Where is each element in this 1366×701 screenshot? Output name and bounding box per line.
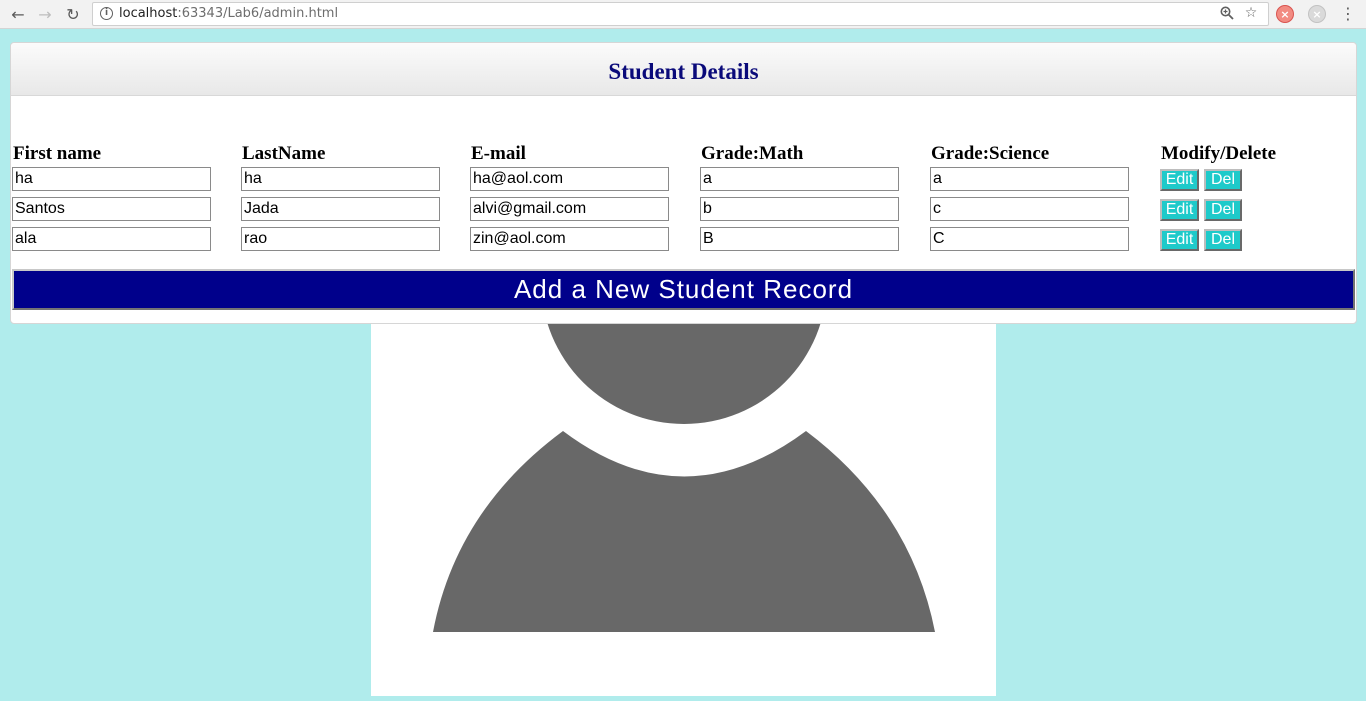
user-silhouette-icon [433, 138, 935, 632]
star-icon[interactable]: ☆ [1243, 5, 1259, 21]
avatar-image [371, 138, 996, 696]
email-field[interactable]: ha@aol.com [470, 167, 669, 191]
grade-science-field[interactable]: C [930, 227, 1129, 251]
edit-button[interactable]: Edit [1160, 199, 1199, 221]
email-field[interactable]: zin@aol.com [470, 227, 669, 251]
add-student-button[interactable]: Add a New Student Record [12, 269, 1355, 310]
menu-icon[interactable]: ⋮ [1340, 4, 1356, 24]
header-grade-math: Grade:Math [701, 143, 804, 164]
first-name-field[interactable]: ala [12, 227, 211, 251]
url-path: :63343/Lab6/admin.html [177, 6, 339, 21]
extension-blocked-icon[interactable]: × [1276, 5, 1294, 23]
student-details-panel: Student Details First name LastName E-ma… [10, 42, 1357, 324]
first-name-field[interactable]: Santos [12, 197, 211, 221]
info-icon[interactable]: i [100, 7, 113, 20]
address-bar[interactable]: i localhost:63343/Lab6/admin.html ☆ [92, 2, 1269, 26]
grade-math-field[interactable]: b [700, 197, 899, 221]
page-title: Student Details [608, 59, 759, 84]
edit-button[interactable]: Edit [1160, 229, 1199, 251]
last-name-field[interactable]: ha [241, 167, 440, 191]
reload-icon[interactable]: ↻ [63, 4, 83, 24]
url-host: localhost [119, 6, 178, 21]
first-name-field[interactable]: ha [12, 167, 211, 191]
browser-toolbar: ← → ↻ i localhost:63343/Lab6/admin.html … [0, 0, 1366, 29]
header-modify-delete: Modify/Delete [1161, 143, 1277, 164]
header-grade-science: Grade:Science [931, 143, 1050, 164]
delete-button[interactable]: Del [1204, 229, 1242, 251]
extension-grey-icon[interactable]: × [1308, 5, 1326, 23]
header-email: E-mail [471, 143, 526, 164]
email-field[interactable]: alvi@gmail.com [470, 197, 669, 221]
grade-math-field[interactable]: a [700, 167, 899, 191]
last-name-field[interactable]: Jada [241, 197, 440, 221]
header-last-name: LastName [242, 143, 326, 164]
panel-header: Student Details [11, 43, 1356, 96]
grade-math-field[interactable]: B [700, 227, 899, 251]
url-text[interactable]: localhost:63343/Lab6/admin.html [119, 6, 338, 21]
grade-science-field[interactable]: a [930, 167, 1129, 191]
last-name-field[interactable]: rao [241, 227, 440, 251]
edit-button[interactable]: Edit [1160, 169, 1199, 191]
header-first-name: First name [13, 143, 102, 164]
delete-button[interactable]: Del [1204, 199, 1242, 221]
back-arrow-icon[interactable]: ← [8, 4, 28, 24]
delete-button[interactable]: Del [1204, 169, 1242, 191]
zoom-icon[interactable] [1219, 5, 1235, 21]
grade-science-field[interactable]: c [930, 197, 1129, 221]
forward-arrow-icon[interactable]: → [35, 4, 55, 24]
